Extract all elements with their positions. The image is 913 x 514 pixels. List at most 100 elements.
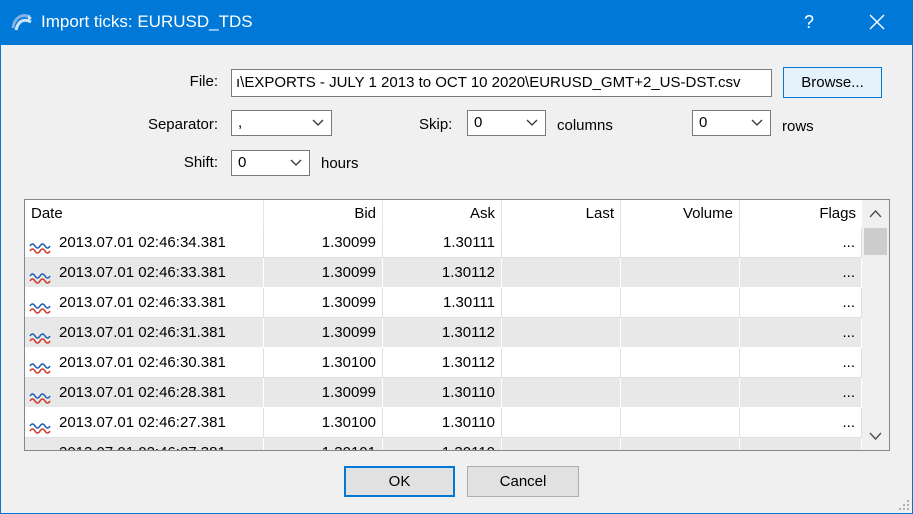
cell-ask-text: 1.30112 bbox=[441, 324, 495, 341]
cell-ask: 1.30110 bbox=[383, 378, 502, 408]
cell-flags: ... bbox=[740, 258, 862, 288]
columns-label: columns bbox=[557, 117, 613, 134]
cell-ask: 1.30111 bbox=[383, 228, 502, 258]
table-row[interactable]: 2013.07.01 02:46:33.381 1.30099 1.30112... bbox=[25, 258, 862, 288]
table-row[interactable]: 2013.07.01 02:46:27.381 1.30101 1.30110... bbox=[25, 438, 862, 450]
chevron-up-icon[interactable] bbox=[862, 200, 889, 228]
rows-label: rows bbox=[782, 118, 814, 135]
cell-flags-text: ... bbox=[842, 444, 855, 450]
cell-volume bbox=[621, 438, 740, 450]
table-row[interactable]: 2013.07.01 02:46:27.381 1.30100 1.30110... bbox=[25, 408, 862, 438]
column-header-flags[interactable]: Flags bbox=[740, 200, 862, 228]
title-bar[interactable]: Import ticks: EURUSD_TDS ? bbox=[0, 0, 913, 45]
cell-ask: 1.30112 bbox=[383, 318, 502, 348]
cell-flags-text: ... bbox=[842, 414, 855, 431]
tick-wave-icon bbox=[29, 446, 51, 450]
cell-bid: 1.30099 bbox=[264, 258, 383, 288]
cell-date: 2013.07.01 02:46:34.381 bbox=[25, 228, 264, 258]
browse-button[interactable]: Browse... bbox=[783, 67, 882, 98]
cell-ask-text: 1.30110 bbox=[442, 444, 495, 450]
cell-flags-text: ... bbox=[842, 264, 855, 281]
cell-flags: ... bbox=[740, 288, 862, 318]
cell-volume bbox=[621, 408, 740, 438]
cell-bid-text: 1.30100 bbox=[321, 414, 376, 431]
close-icon[interactable] bbox=[862, 8, 892, 36]
cell-bid: 1.30100 bbox=[264, 348, 383, 378]
cell-date-text: 2013.07.01 02:46:30.381 bbox=[59, 354, 226, 371]
cell-bid: 1.30099 bbox=[264, 318, 383, 348]
skip-columns-select[interactable]: 0 bbox=[467, 110, 546, 136]
cell-last bbox=[502, 378, 621, 408]
chevron-down-icon bbox=[526, 119, 538, 126]
tick-wave-icon bbox=[29, 356, 51, 374]
cell-ask-text: 1.30111 bbox=[443, 234, 495, 251]
cell-last bbox=[502, 288, 621, 318]
column-header-volume[interactable]: Volume bbox=[621, 200, 740, 228]
separator-value: , bbox=[238, 114, 243, 131]
cell-date-text: 2013.07.01 02:46:33.381 bbox=[59, 294, 226, 311]
shift-select[interactable]: 0 bbox=[231, 150, 310, 176]
cell-date: 2013.07.01 02:46:30.381 bbox=[25, 348, 264, 378]
cell-last bbox=[502, 258, 621, 288]
cell-ask: 1.30111 bbox=[383, 288, 502, 318]
cell-ask: 1.30112 bbox=[383, 348, 502, 378]
cell-bid-text: 1.30101 bbox=[322, 444, 376, 450]
separator-select[interactable]: , bbox=[231, 110, 332, 136]
cell-flags: ... bbox=[740, 228, 862, 258]
cell-date-text: 2013.07.01 02:46:27.381 bbox=[59, 444, 226, 450]
column-header-last[interactable]: Last bbox=[502, 200, 621, 228]
skip-rows-value: 0 bbox=[699, 114, 708, 131]
cell-bid-text: 1.30100 bbox=[321, 354, 376, 371]
table-row[interactable]: 2013.07.01 02:46:28.381 1.30099 1.30110... bbox=[25, 378, 862, 408]
cell-date: 2013.07.01 02:46:31.381 bbox=[25, 318, 264, 348]
cell-date: 2013.07.01 02:46:33.381 bbox=[25, 288, 264, 318]
column-header-bid[interactable]: Bid bbox=[264, 200, 383, 228]
shift-label: Shift: bbox=[183, 154, 218, 171]
metatrader-logo-icon bbox=[11, 14, 32, 31]
cell-bid: 1.30101 bbox=[264, 438, 383, 450]
cell-ask: 1.30110 bbox=[383, 438, 502, 450]
cell-ask-text: 1.30110 bbox=[441, 384, 495, 401]
resize-grip-icon[interactable] bbox=[896, 497, 910, 511]
cancel-button[interactable]: Cancel bbox=[467, 466, 579, 497]
cell-bid: 1.30099 bbox=[264, 378, 383, 408]
separator-label: Separator: bbox=[147, 116, 218, 133]
table-row[interactable]: 2013.07.01 02:46:30.381 1.30100 1.30112... bbox=[25, 348, 862, 378]
ok-button[interactable]: OK bbox=[344, 466, 455, 497]
cell-date-text: 2013.07.01 02:46:34.381 bbox=[59, 234, 226, 251]
vertical-scrollbar[interactable] bbox=[862, 200, 889, 450]
skip-rows-select[interactable]: 0 bbox=[692, 110, 771, 136]
column-header-ask[interactable]: Ask bbox=[383, 200, 502, 228]
ticks-preview-table[interactable]: Date Bid Ask Last Volume Flags 2013.07.0… bbox=[24, 199, 890, 451]
cell-flags: ... bbox=[740, 348, 862, 378]
cell-flags-text: ... bbox=[842, 354, 855, 371]
column-header-date[interactable]: Date bbox=[25, 200, 264, 228]
cell-ask-text: 1.30112 bbox=[441, 354, 495, 371]
cell-volume bbox=[621, 258, 740, 288]
cell-flags-text: ... bbox=[842, 294, 855, 311]
chevron-down-icon bbox=[751, 119, 763, 126]
file-label: File: bbox=[189, 73, 218, 90]
chevron-down-icon[interactable] bbox=[862, 422, 889, 450]
cell-volume bbox=[621, 288, 740, 318]
cell-flags-text: ... bbox=[842, 234, 855, 251]
table-row[interactable]: 2013.07.01 02:46:31.381 1.30099 1.30112... bbox=[25, 318, 862, 348]
scrollbar-thumb[interactable] bbox=[864, 228, 887, 255]
cell-last bbox=[502, 408, 621, 438]
cell-flags: ... bbox=[740, 378, 862, 408]
cell-date: 2013.07.01 02:46:33.381 bbox=[25, 258, 264, 288]
cell-bid-text: 1.30099 bbox=[321, 234, 376, 251]
chevron-down-icon bbox=[290, 159, 302, 166]
skip-columns-value: 0 bbox=[474, 114, 483, 131]
cell-date-text: 2013.07.01 02:46:31.381 bbox=[59, 324, 226, 341]
tick-wave-icon bbox=[29, 326, 51, 344]
table-row[interactable]: 2013.07.01 02:46:34.381 1.30099 1.30111... bbox=[25, 228, 862, 258]
tick-wave-icon bbox=[29, 296, 51, 314]
cell-ask: 1.30110 bbox=[383, 408, 502, 438]
cell-date: 2013.07.01 02:46:28.381 bbox=[25, 378, 264, 408]
hours-label: hours bbox=[321, 155, 359, 172]
file-path-input[interactable]: ı\EXPORTS - JULY 1 2013 to OCT 10 2020\E… bbox=[231, 69, 772, 97]
cell-date-text: 2013.07.01 02:46:28.381 bbox=[59, 384, 226, 401]
table-row[interactable]: 2013.07.01 02:46:33.381 1.30099 1.30111... bbox=[25, 288, 862, 318]
help-button[interactable]: ? bbox=[795, 8, 823, 36]
